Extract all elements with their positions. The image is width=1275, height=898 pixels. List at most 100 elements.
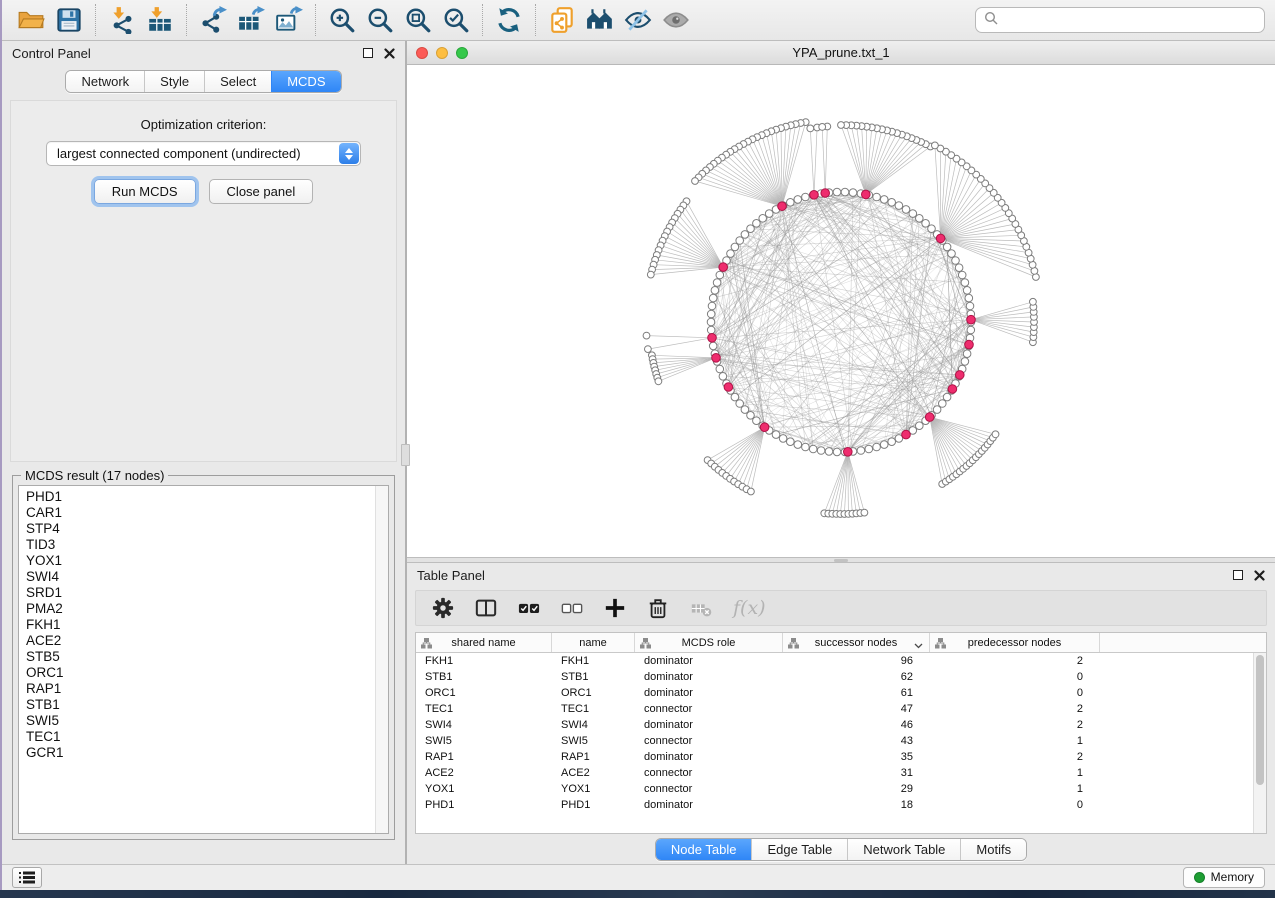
table-column-header[interactable]: shared name: [416, 633, 552, 652]
mcds-result-item[interactable]: SWI4: [26, 569, 370, 585]
table-cell[interactable]: 62: [783, 671, 930, 683]
hide-selected-icon[interactable]: [619, 3, 657, 37]
tab-mcds[interactable]: MCDS: [271, 71, 340, 92]
network-canvas[interactable]: [407, 65, 1275, 557]
table-cell[interactable]: 96: [783, 655, 930, 667]
save-session-icon[interactable]: [50, 3, 88, 37]
import-table-icon[interactable]: [141, 3, 179, 37]
table-cell[interactable]: 1: [930, 783, 1100, 795]
table-cell[interactable]: 2: [930, 719, 1100, 731]
result-list-scrollbar[interactable]: [375, 486, 388, 833]
maximize-window-icon[interactable]: [456, 47, 468, 59]
table-row[interactable]: FKH1FKH1dominator962: [416, 653, 1266, 669]
table-cell[interactable]: RAP1: [552, 751, 635, 763]
mcds-result-item[interactable]: STP4: [26, 521, 370, 537]
table-cell[interactable]: SWI4: [552, 719, 635, 731]
export-network-icon[interactable]: [194, 3, 232, 37]
mcds-result-item[interactable]: YOX1: [26, 553, 370, 569]
table-cell[interactable]: 43: [783, 735, 930, 747]
scrollbar-thumb[interactable]: [1256, 655, 1264, 785]
network-graph[interactable]: [407, 65, 1275, 557]
table-cell[interactable]: dominator: [635, 687, 783, 699]
table-cell[interactable]: 35: [783, 751, 930, 763]
mcds-result-item[interactable]: ACE2: [26, 633, 370, 649]
table-row[interactable]: YOX1YOX1connector291: [416, 781, 1266, 797]
mcds-result-item[interactable]: ORC1: [26, 665, 370, 681]
table-cell[interactable]: 2: [930, 751, 1100, 763]
table-column-header[interactable]: successor nodes: [783, 633, 930, 652]
table-cell[interactable]: PHD1: [416, 799, 552, 811]
mcds-result-item[interactable]: TID3: [26, 537, 370, 553]
show-columns-icon[interactable]: [475, 597, 497, 619]
table-cell[interactable]: STB1: [416, 671, 552, 683]
table-cell[interactable]: TEC1: [416, 703, 552, 715]
close-panel-button[interactable]: Close panel: [209, 179, 314, 204]
table-cell[interactable]: ORC1: [552, 687, 635, 699]
table-cell[interactable]: RAP1: [416, 751, 552, 763]
table-row[interactable]: STB1STB1dominator620: [416, 669, 1266, 685]
mcds-result-item[interactable]: SRD1: [26, 585, 370, 601]
zoom-out-icon[interactable]: [361, 3, 399, 37]
table-cell[interactable]: PHD1: [552, 799, 635, 811]
add-column-icon[interactable]: [604, 597, 626, 619]
close-panel-icon[interactable]: [1254, 570, 1265, 581]
tab-style[interactable]: Style: [144, 71, 204, 92]
select-all-icon[interactable]: [518, 597, 540, 619]
table-cell[interactable]: 18: [783, 799, 930, 811]
memory-button[interactable]: Memory: [1183, 867, 1265, 888]
close-panel-icon[interactable]: [384, 48, 395, 59]
table-cell[interactable]: connector: [635, 735, 783, 747]
table-cell[interactable]: 61: [783, 687, 930, 699]
table-cell[interactable]: 46: [783, 719, 930, 731]
mcds-result-item[interactable]: FKH1: [26, 617, 370, 633]
tab-edge-table[interactable]: Edge Table: [751, 839, 847, 860]
table-cell[interactable]: 2: [930, 703, 1100, 715]
table-cell[interactable]: YOX1: [552, 783, 635, 795]
table-cell[interactable]: SWI5: [552, 735, 635, 747]
table-cell[interactable]: YOX1: [416, 783, 552, 795]
table-cell[interactable]: connector: [635, 703, 783, 715]
zoom-in-icon[interactable]: [323, 3, 361, 37]
table-cell[interactable]: dominator: [635, 751, 783, 763]
export-image-icon[interactable]: [270, 3, 308, 37]
tab-network-table[interactable]: Network Table: [847, 839, 960, 860]
table-cell[interactable]: TEC1: [552, 703, 635, 715]
table-cell[interactable]: 1: [930, 767, 1100, 779]
export-table-icon[interactable]: [232, 3, 270, 37]
table-cell[interactable]: connector: [635, 783, 783, 795]
table-column-header[interactable]: predecessor nodes: [930, 633, 1100, 652]
tab-network[interactable]: Network: [66, 71, 144, 92]
mcds-result-item[interactable]: CAR1: [26, 505, 370, 521]
mcds-result-item[interactable]: TEC1: [26, 729, 370, 745]
refresh-icon[interactable]: [490, 3, 528, 37]
table-cell[interactable]: 1: [930, 735, 1100, 747]
task-history-button[interactable]: [12, 867, 42, 888]
mcds-result-item[interactable]: PHD1: [26, 489, 370, 505]
table-cell[interactable]: ACE2: [416, 767, 552, 779]
float-panel-icon[interactable]: [363, 48, 373, 58]
sort-chevron-icon[interactable]: [914, 640, 923, 652]
float-panel-icon[interactable]: [1233, 570, 1243, 580]
table-options-icon[interactable]: [432, 597, 454, 619]
table-row[interactable]: SWI5SWI5connector431: [416, 733, 1266, 749]
table-row[interactable]: SWI4SWI4dominator462: [416, 717, 1266, 733]
zoom-selected-icon[interactable]: [437, 3, 475, 37]
table-cell[interactable]: STB1: [552, 671, 635, 683]
table-cell[interactable]: 0: [930, 799, 1100, 811]
tab-select[interactable]: Select: [204, 71, 271, 92]
run-mcds-button[interactable]: Run MCDS: [94, 179, 196, 204]
table-cell[interactable]: FKH1: [416, 655, 552, 667]
table-cell[interactable]: 0: [930, 671, 1100, 683]
clone-network-icon[interactable]: [543, 3, 581, 37]
table-cell[interactable]: dominator: [635, 799, 783, 811]
table-cell[interactable]: ACE2: [552, 767, 635, 779]
table-row[interactable]: ORC1ORC1dominator610: [416, 685, 1266, 701]
table-cell[interactable]: 2: [930, 655, 1100, 667]
table-row[interactable]: PHD1PHD1dominator180: [416, 797, 1266, 813]
mcds-result-item[interactable]: SWI5: [26, 713, 370, 729]
table-cell[interactable]: connector: [635, 767, 783, 779]
zoom-fit-icon[interactable]: [399, 3, 437, 37]
mcds-result-item[interactable]: GCR1: [26, 745, 370, 761]
delete-table-icon[interactable]: [647, 597, 669, 619]
table-cell[interactable]: SWI4: [416, 719, 552, 731]
